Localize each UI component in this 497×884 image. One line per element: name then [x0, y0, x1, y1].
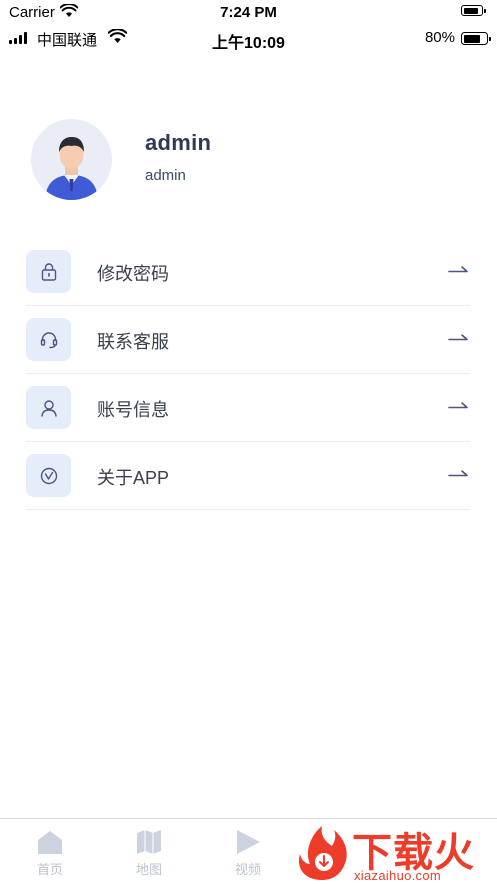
menu-icon-box	[26, 386, 71, 429]
battery-icon	[461, 32, 491, 45]
arrow-right-icon	[448, 470, 468, 477]
settings-menu: 修改密码 联系客服 账号信息 关于APP	[26, 238, 470, 510]
avatar[interactable]	[31, 119, 112, 200]
map-icon	[137, 830, 161, 854]
tab-video[interactable]: 视频	[198, 819, 298, 884]
menu-item-about-app[interactable]: 关于APP	[26, 442, 470, 510]
menu-icon-box	[26, 318, 71, 361]
tab-home[interactable]: 首页	[0, 819, 100, 884]
arrow-right-icon	[448, 266, 468, 273]
tab-label: 视频	[234, 862, 261, 877]
status-bar: 中国联通 上午10:09 80%	[0, 26, 497, 52]
watermark-url: xiazaihuo.com	[354, 868, 441, 883]
profile-header: admin admin	[31, 119, 471, 201]
watermark: 下载火 xiazaihuo.com	[292, 820, 497, 883]
status-time: 上午10:09	[212, 35, 285, 52]
tab-label: 首页	[36, 862, 63, 877]
home-icon	[38, 831, 62, 854]
simulator-status-bar: Carrier 7:24 PM	[0, 0, 497, 26]
avatar-illustration	[45, 137, 98, 200]
user-icon	[40, 399, 57, 417]
arrow-right-icon	[448, 402, 468, 409]
menu-icon-box	[26, 250, 71, 293]
headset-icon	[40, 331, 57, 348]
profile-subtitle: admin	[145, 167, 186, 184]
menu-item-label: 修改密码	[97, 264, 169, 284]
play-icon	[237, 830, 260, 854]
simulator-time: 7:24 PM	[220, 4, 277, 21]
lock-icon	[41, 262, 56, 281]
simulator-battery-icon	[461, 5, 486, 16]
tab-map[interactable]: 地图	[99, 819, 199, 884]
menu-item-label: 账号信息	[97, 400, 169, 420]
battery-percent: 80%	[424, 29, 455, 46]
check-circle-icon	[40, 467, 57, 484]
tab-label: 地图	[135, 862, 162, 877]
menu-item-label: 关于APP	[97, 468, 170, 488]
menu-item-change-password[interactable]: 修改密码	[26, 238, 470, 306]
arrow-right-icon	[448, 334, 468, 341]
menu-icon-box	[26, 454, 71, 497]
menu-item-contact-support[interactable]: 联系客服	[26, 306, 470, 374]
menu-item-label: 联系客服	[97, 332, 169, 352]
profile-name: admin	[145, 130, 212, 155]
menu-item-account-info[interactable]: 账号信息	[26, 374, 470, 442]
flame-logo-icon	[298, 826, 347, 880]
